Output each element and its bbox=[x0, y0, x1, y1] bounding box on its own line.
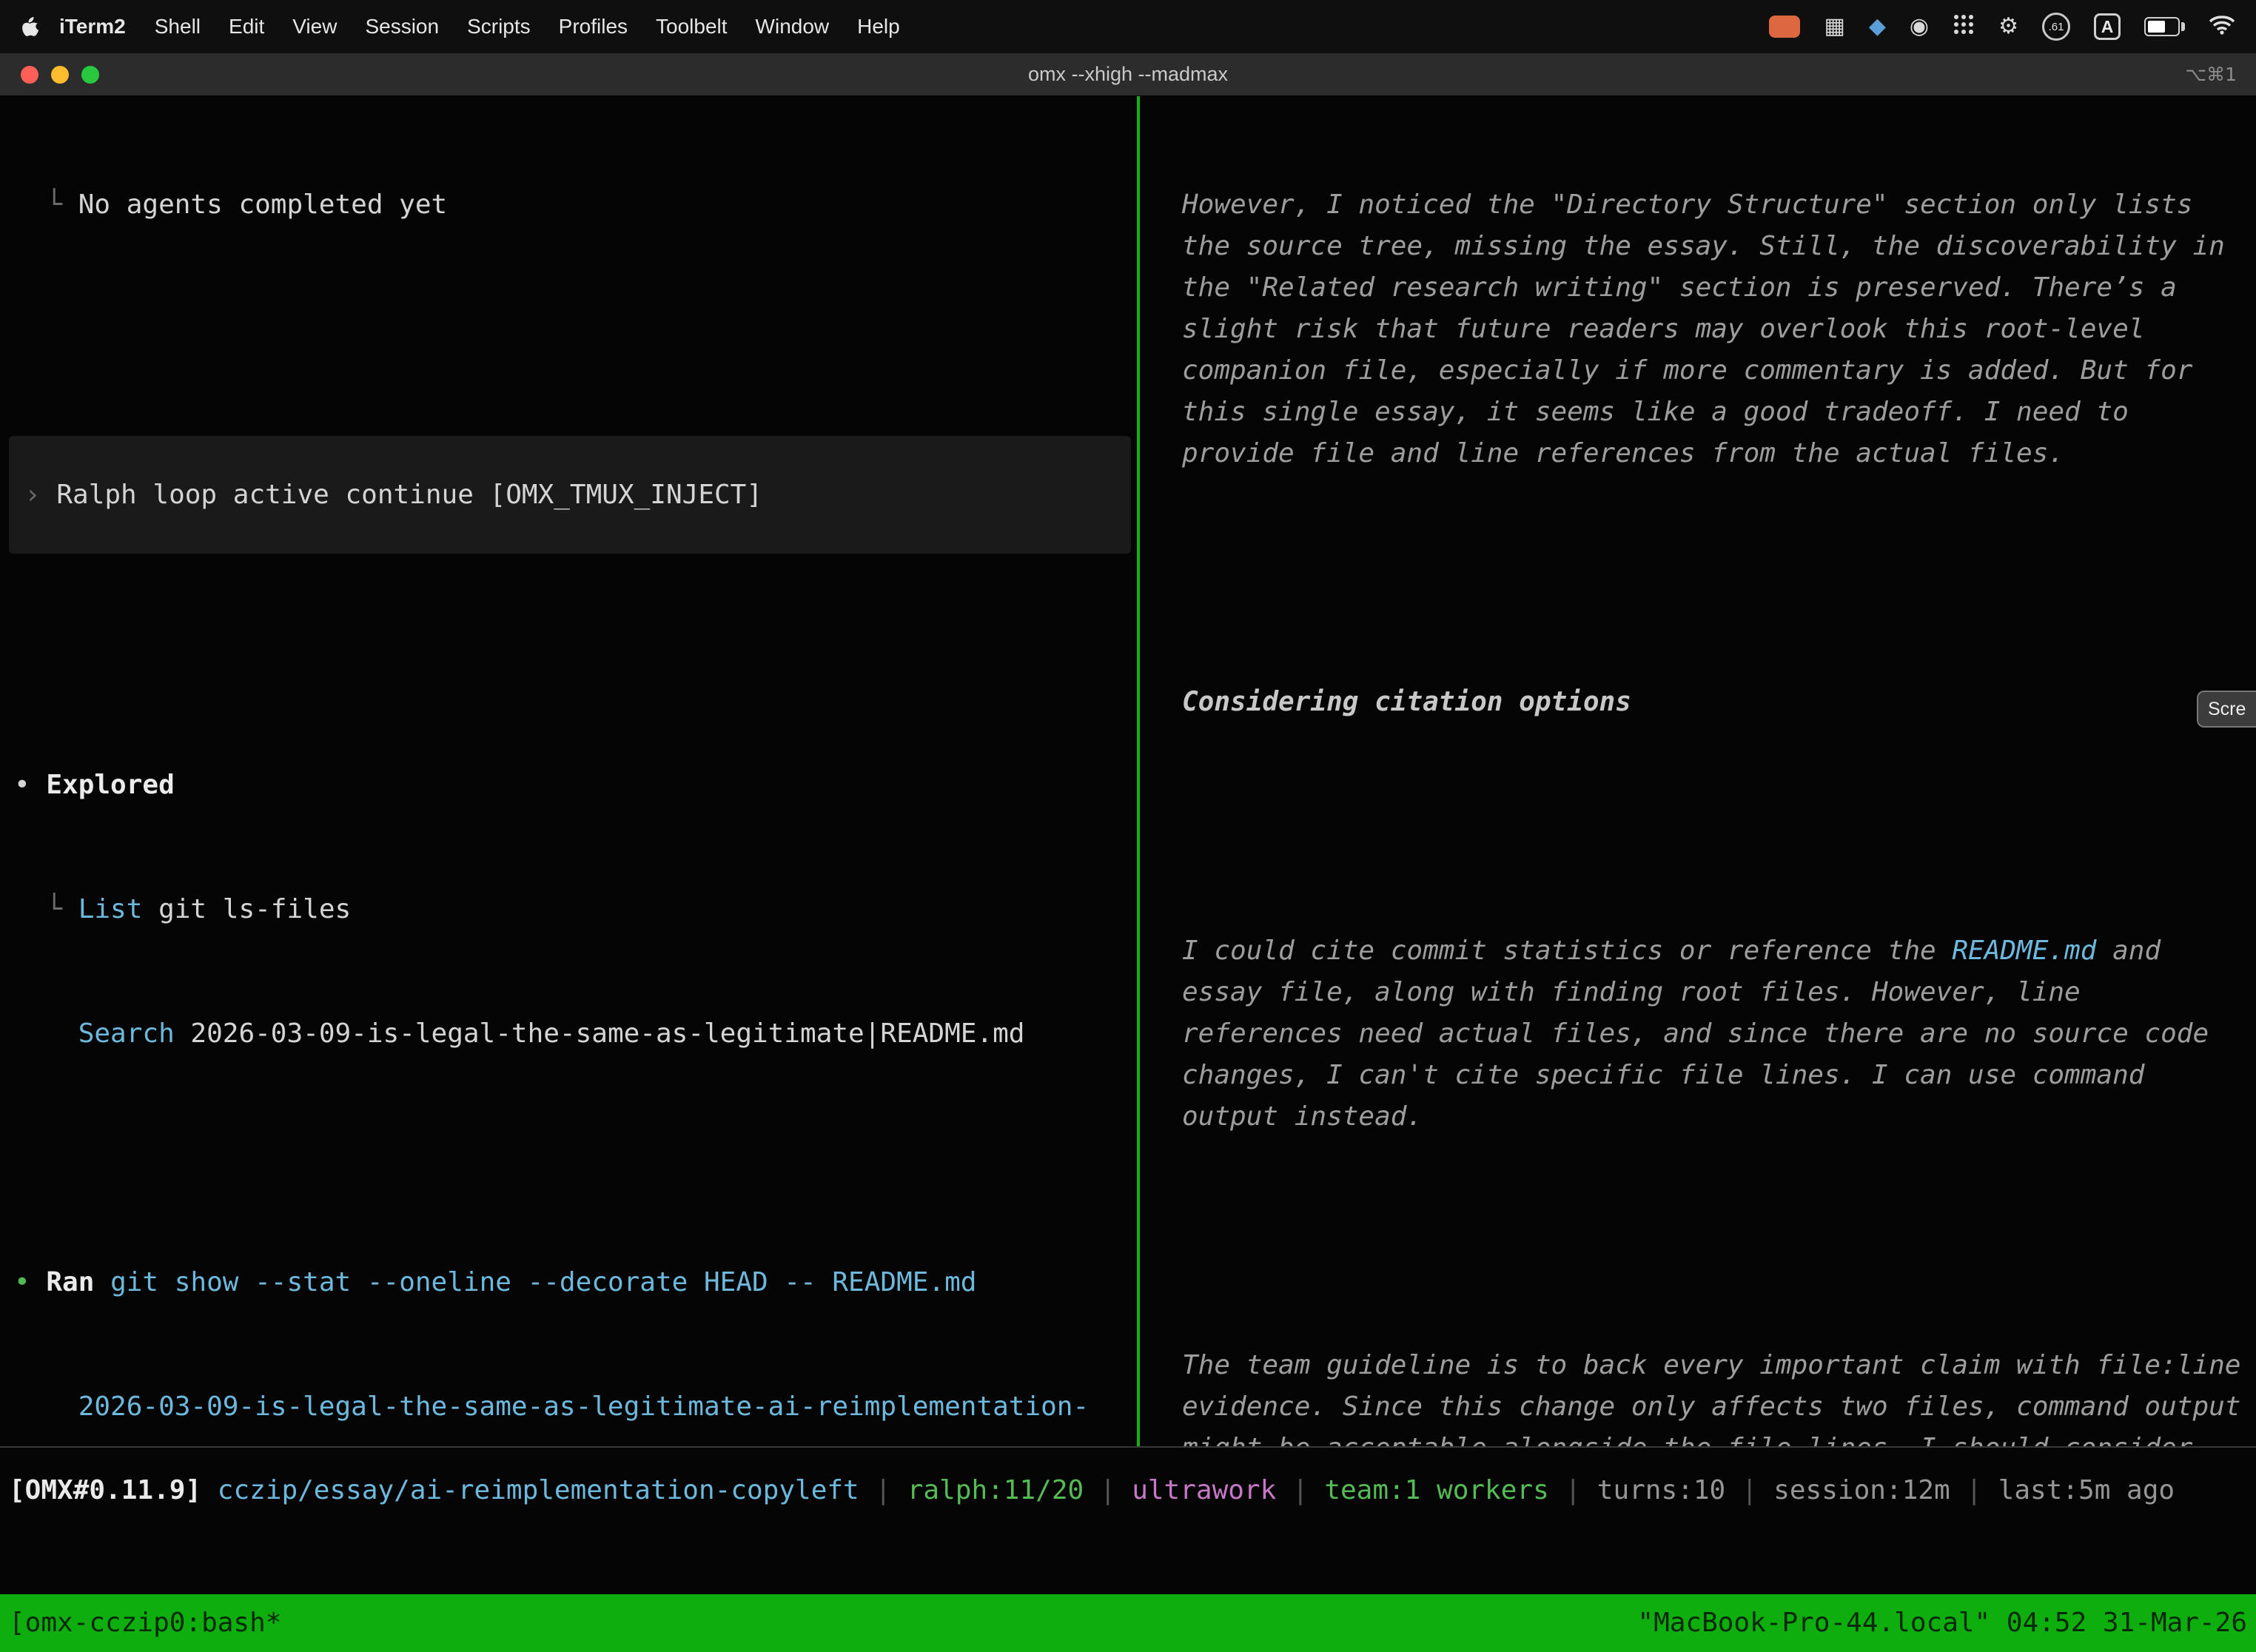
omx-session: session:12m bbox=[1773, 1475, 1950, 1505]
readme-link[interactable]: README.md bbox=[1952, 936, 2096, 966]
menu-bar-status-icons: ▦ ◆ ◉ ⚙ .61 A bbox=[1769, 13, 2235, 41]
circle-app-icon[interactable]: ◉ bbox=[1910, 16, 1929, 38]
grid-table-icon[interactable]: ▦ bbox=[1824, 16, 1844, 38]
window-title: omx --xhigh --madmax bbox=[0, 63, 2256, 86]
gear-icon[interactable]: ⚙ bbox=[1998, 16, 2018, 38]
omx-mode: ultrawork bbox=[1132, 1475, 1276, 1505]
omx-team: team:1 workers bbox=[1324, 1475, 1548, 1505]
menu-profiles[interactable]: Profiles bbox=[545, 15, 642, 38]
wifi-icon[interactable] bbox=[2209, 14, 2235, 40]
window-controls bbox=[21, 66, 99, 84]
menu-scripts[interactable]: Scripts bbox=[453, 15, 545, 38]
terminal-pane-right[interactable]: However, I noticed the "Directory Struct… bbox=[1140, 96, 2256, 1446]
battery-icon[interactable] bbox=[2144, 17, 2185, 36]
omx-branch-path: cczip/essay/ai-reimplementation-copyleft bbox=[218, 1475, 859, 1505]
window-shortcut-hint: ⌥⌘1 bbox=[2185, 64, 2237, 85]
clipped-screen-overlay: Scre bbox=[2197, 691, 2256, 728]
dots-grid-icon[interactable] bbox=[1953, 13, 1975, 41]
ralph-loop-banner: › Ralph loop active continue [OMX_TMUX_I… bbox=[9, 436, 1131, 554]
agents-completed-line: └ No agents completed yet bbox=[14, 184, 1137, 226]
terminal-pane-left[interactable]: └ No agents completed yet › Ralph loop a… bbox=[0, 96, 1137, 1446]
desktop-screen: iTerm2 Shell Edit View Session Scripts P… bbox=[0, 0, 2256, 1652]
tmux-status-bar: [omx-cczip0:bash* "MacBook-Pro-44.local"… bbox=[0, 1594, 2256, 1652]
omx-last: last:5m ago bbox=[1998, 1475, 2175, 1505]
menu-view[interactable]: View bbox=[278, 15, 351, 38]
gauge-widget[interactable]: .61 bbox=[2042, 13, 2070, 41]
tmux-host-clock: "MacBook-Pro-44.local" 04:52 31-Mar-26 bbox=[1637, 1602, 2247, 1644]
omx-status-line: [OMX#0.11.9] cczip/essay/ai-reimplementa… bbox=[9, 1470, 2175, 1511]
reasoning-paragraph: The team guideline is to back every impo… bbox=[1154, 1345, 2256, 1446]
command-text: git show --stat --oneline --decorate HEA… bbox=[94, 1267, 976, 1297]
menu-toolbelt[interactable]: Toolbelt bbox=[642, 15, 742, 38]
reasoning-paragraph: I could cite commit statistics or refere… bbox=[1154, 930, 2256, 1138]
menu-edit[interactable]: Edit bbox=[215, 15, 278, 38]
omx-ralph-counter: ralph:11/20 bbox=[907, 1475, 1084, 1505]
close-button[interactable] bbox=[21, 66, 38, 84]
explored-list-line: └ List git ls-files bbox=[14, 889, 1137, 930]
zoom-button[interactable] bbox=[81, 66, 99, 84]
explored-search-line: Search 2026-03-09-is-legal-the-same-as-l… bbox=[14, 1013, 1137, 1055]
menu-shell[interactable]: Shell bbox=[141, 15, 215, 38]
horizontal-separator bbox=[0, 1446, 2256, 1448]
reasoning-paragraph: However, I noticed the "Directory Struct… bbox=[1154, 184, 2256, 474]
reasoning-heading: Considering citation options bbox=[1154, 682, 2256, 723]
screen-recording-indicator[interactable] bbox=[1769, 16, 1800, 38]
command-wrap-line: 2026-03-09-is-legal-the-same-as-legitima… bbox=[14, 1386, 1137, 1428]
bullet-icon: • bbox=[14, 1267, 46, 1297]
menu-bar: iTerm2 Shell Edit View Session Scripts P… bbox=[0, 0, 2256, 53]
omx-turns: turns:10 bbox=[1597, 1475, 1725, 1505]
keyboard-layout-icon[interactable]: A bbox=[2094, 13, 2121, 40]
explored-header: • Explored bbox=[14, 765, 1137, 806]
terminal-window: └ No agents completed yet › Ralph loop a… bbox=[0, 96, 2256, 1652]
menu-help[interactable]: Help bbox=[843, 15, 914, 38]
blue-app-icon[interactable]: ◆ bbox=[1869, 16, 1886, 38]
app-menu-iterm2[interactable]: iTerm2 bbox=[44, 15, 141, 38]
apple-menu-icon[interactable] bbox=[21, 16, 40, 38]
minimize-button[interactable] bbox=[51, 66, 69, 84]
search-action: Search bbox=[78, 1018, 175, 1049]
window-title-bar: omx --xhigh --madmax ⌥⌘1 bbox=[0, 53, 2256, 96]
list-action: List bbox=[78, 894, 143, 924]
banner-text: Ralph loop active continue [OMX_TMUX_INJ… bbox=[56, 474, 762, 516]
banner-prompt: › bbox=[24, 474, 56, 516]
menu-window[interactable]: Window bbox=[742, 15, 844, 38]
menu-session[interactable]: Session bbox=[351, 15, 453, 38]
omx-version: [OMX#0.11.9] bbox=[9, 1475, 218, 1505]
ran-git-show-line: • Ran git show --stat --oneline --decora… bbox=[14, 1262, 1137, 1303]
tmux-session-window: [omx-cczip0:bash* bbox=[9, 1602, 281, 1644]
